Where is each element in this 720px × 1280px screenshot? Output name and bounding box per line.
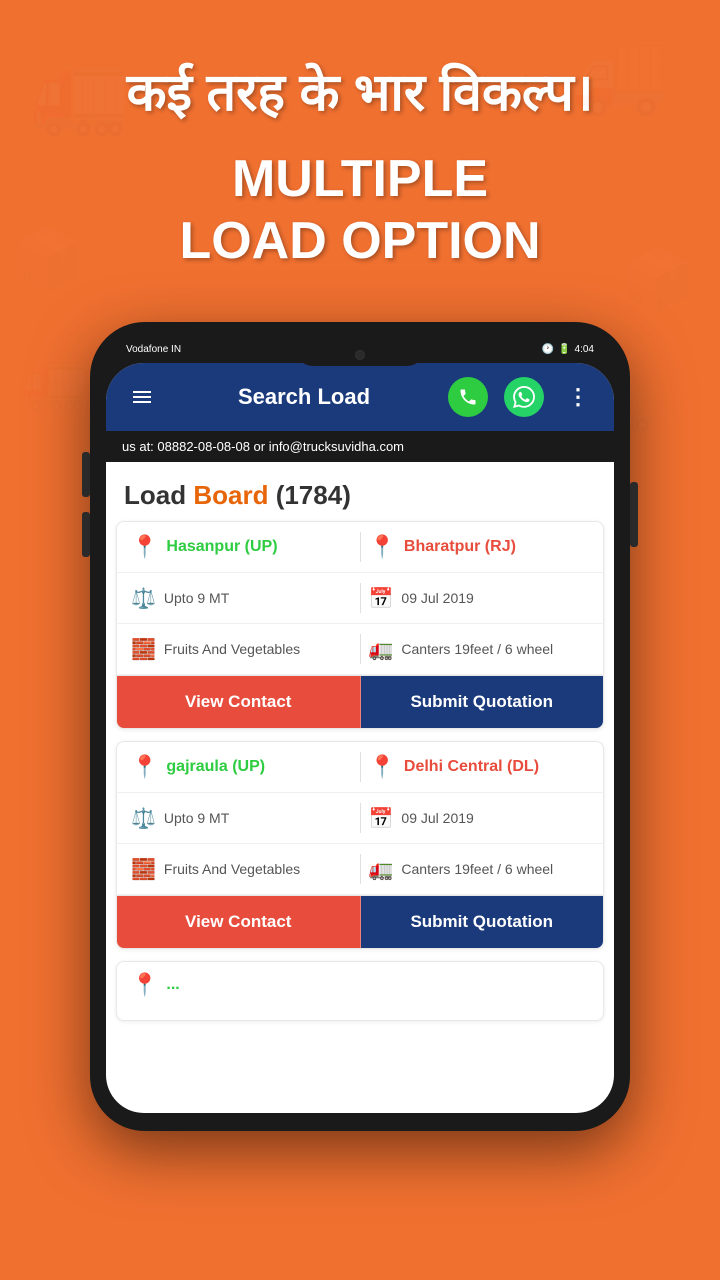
goods-icon-1: 🧱 — [131, 637, 156, 662]
view-contact-button-2[interactable]: View Contact — [117, 896, 361, 948]
volume-down-button — [82, 512, 90, 557]
card-1-from: 📍 Hasanpur (UP) — [131, 534, 352, 560]
weight-icon-1: ⚖️ — [131, 586, 156, 611]
card-1-vehicle: 🚛 Canters 19feet / 6 wheel — [369, 637, 590, 662]
card-1-to: 📍 Bharatpur (RJ) — [369, 534, 590, 560]
card-1-vehicle-text: Canters 19feet / 6 wheel — [401, 641, 553, 657]
card-1-locations: 📍 Hasanpur (UP) 📍 Bharatpur (RJ) — [117, 522, 603, 573]
card-2-vehicle-text: Canters 19feet / 6 wheel — [401, 861, 553, 877]
card-2-goods-text: Fruits And Vegetables — [164, 861, 300, 877]
carrier-text: Vodafone IN — [126, 344, 181, 355]
card-1-to-text: Bharatpur (RJ) — [404, 538, 516, 556]
submit-quotation-button-1[interactable]: Submit Quotation — [361, 676, 604, 728]
card-1-goods: 🧱 Fruits And Vegetables — [131, 637, 352, 662]
calendar-icon-1: 📅 — [369, 586, 394, 611]
whatsapp-button[interactable] — [504, 377, 544, 417]
phone-screen: Search Load ⋮ us at: 08882-08-08-08 or i… — [106, 363, 614, 1113]
board-label: Board — [193, 480, 268, 510]
load-card-3-partial: 📍 ... — [116, 961, 604, 1021]
card-3-from-partial: 📍 ... — [131, 972, 589, 998]
card-2-from-text: gajraula (UP) — [166, 758, 265, 776]
power-button — [630, 482, 638, 547]
card-1-date-text: 09 Jul 2019 — [401, 590, 473, 606]
card-2-to: 📍 Delhi Central (DL) — [369, 754, 590, 780]
battery-icon: 🔋 — [558, 344, 570, 355]
card-1-date: 📅 09 Jul 2019 — [369, 586, 590, 611]
card-2-vehicle: 🚛 Canters 19feet / 6 wheel — [369, 857, 590, 882]
english-title: MULTIPLE LOAD OPTION — [40, 148, 680, 273]
card-2-weight-text: Upto 9 MT — [164, 810, 229, 826]
card-1-buttons: View Contact Submit Quotation — [117, 675, 603, 728]
card-2-weight-date: ⚖️ Upto 9 MT 📅 09 Jul 2019 — [117, 793, 603, 844]
card-2-weight: ⚖️ Upto 9 MT — [131, 806, 352, 831]
volume-up-button — [82, 452, 90, 497]
app-bar-title: Search Load — [176, 384, 432, 410]
card-1-goods-text: Fruits And Vegetables — [164, 641, 300, 657]
to-location-icon-1: 📍 — [369, 534, 396, 560]
more-options-button[interactable]: ⋮ — [560, 379, 596, 415]
front-camera — [355, 350, 365, 360]
card-2-goods-vehicle: 🧱 Fruits And Vegetables 🚛 Canters 19feet… — [117, 844, 603, 895]
from-location-icon-3: 📍 — [131, 972, 158, 998]
from-location-icon-2: 📍 — [131, 754, 158, 780]
svg-text:🚛: 🚛 — [20, 350, 88, 413]
card-2-date-text: 09 Jul 2019 — [401, 810, 473, 826]
card-3-from-text: ... — [166, 976, 179, 994]
load-card-1: 📍 Hasanpur (UP) 📍 Bharatpur (RJ) ⚖️ Upto… — [116, 521, 604, 729]
card-1-weight-text: Upto 9 MT — [164, 590, 229, 606]
card-1-weight: ⚖️ Upto 9 MT — [131, 586, 352, 611]
status-right: 🕐 🔋 4:04 — [542, 344, 594, 355]
goods-icon-2: 🧱 — [131, 857, 156, 882]
card-3-locations-partial: 📍 ... — [117, 962, 603, 1008]
board-header: Load Board (1784) — [106, 462, 614, 521]
submit-quotation-button-2[interactable]: Submit Quotation — [361, 896, 604, 948]
header-section: कई तरह के भार विकल्प। MULTIPLE LOAD OPTI… — [0, 0, 720, 292]
view-contact-button-1[interactable]: View Contact — [117, 676, 361, 728]
menu-button[interactable] — [124, 379, 160, 415]
call-button[interactable] — [448, 377, 488, 417]
card-1-goods-vehicle: 🧱 Fruits And Vegetables 🚛 Canters 19feet… — [117, 624, 603, 675]
truck-icon-1: 🚛 — [369, 637, 394, 662]
time-text: 4:04 — [575, 344, 594, 355]
hindi-title: कई तरह के भार विकल्प। — [40, 60, 680, 128]
weight-icon-2: ⚖️ — [131, 806, 156, 831]
card-2-from: 📍 gajraula (UP) — [131, 754, 352, 780]
card-1-from-text: Hasanpur (UP) — [166, 538, 277, 556]
marquee-text: us at: 08882-08-08-08 or info@trucksuvid… — [122, 439, 404, 454]
phone-mockup: Vodafone IN 🕐 🔋 4:04 Search Load — [90, 322, 630, 1131]
board-count: (1784) — [268, 480, 350, 510]
card-1-weight-date: ⚖️ Upto 9 MT 📅 09 Jul 2019 — [117, 573, 603, 624]
from-location-icon-1: 📍 — [131, 534, 158, 560]
card-2-to-text: Delhi Central (DL) — [404, 758, 539, 776]
card-2-locations: 📍 gajraula (UP) 📍 Delhi Central (DL) — [117, 742, 603, 793]
marquee-banner: us at: 08882-08-08-08 or info@trucksuvid… — [106, 431, 614, 462]
clock-icon: 🕐 — [542, 344, 554, 355]
app-bar: Search Load ⋮ — [106, 363, 614, 431]
load-card-2: 📍 gajraula (UP) 📍 Delhi Central (DL) ⚖️ … — [116, 741, 604, 949]
calendar-icon-2: 📅 — [369, 806, 394, 831]
load-label: Load — [124, 480, 193, 510]
card-2-goods: 🧱 Fruits And Vegetables — [131, 857, 352, 882]
to-location-icon-2: 📍 — [369, 754, 396, 780]
phone-notch — [295, 344, 425, 366]
card-2-buttons: View Contact Submit Quotation — [117, 895, 603, 948]
card-2-date: 📅 09 Jul 2019 — [369, 806, 590, 831]
truck-icon-2: 🚛 — [369, 857, 394, 882]
